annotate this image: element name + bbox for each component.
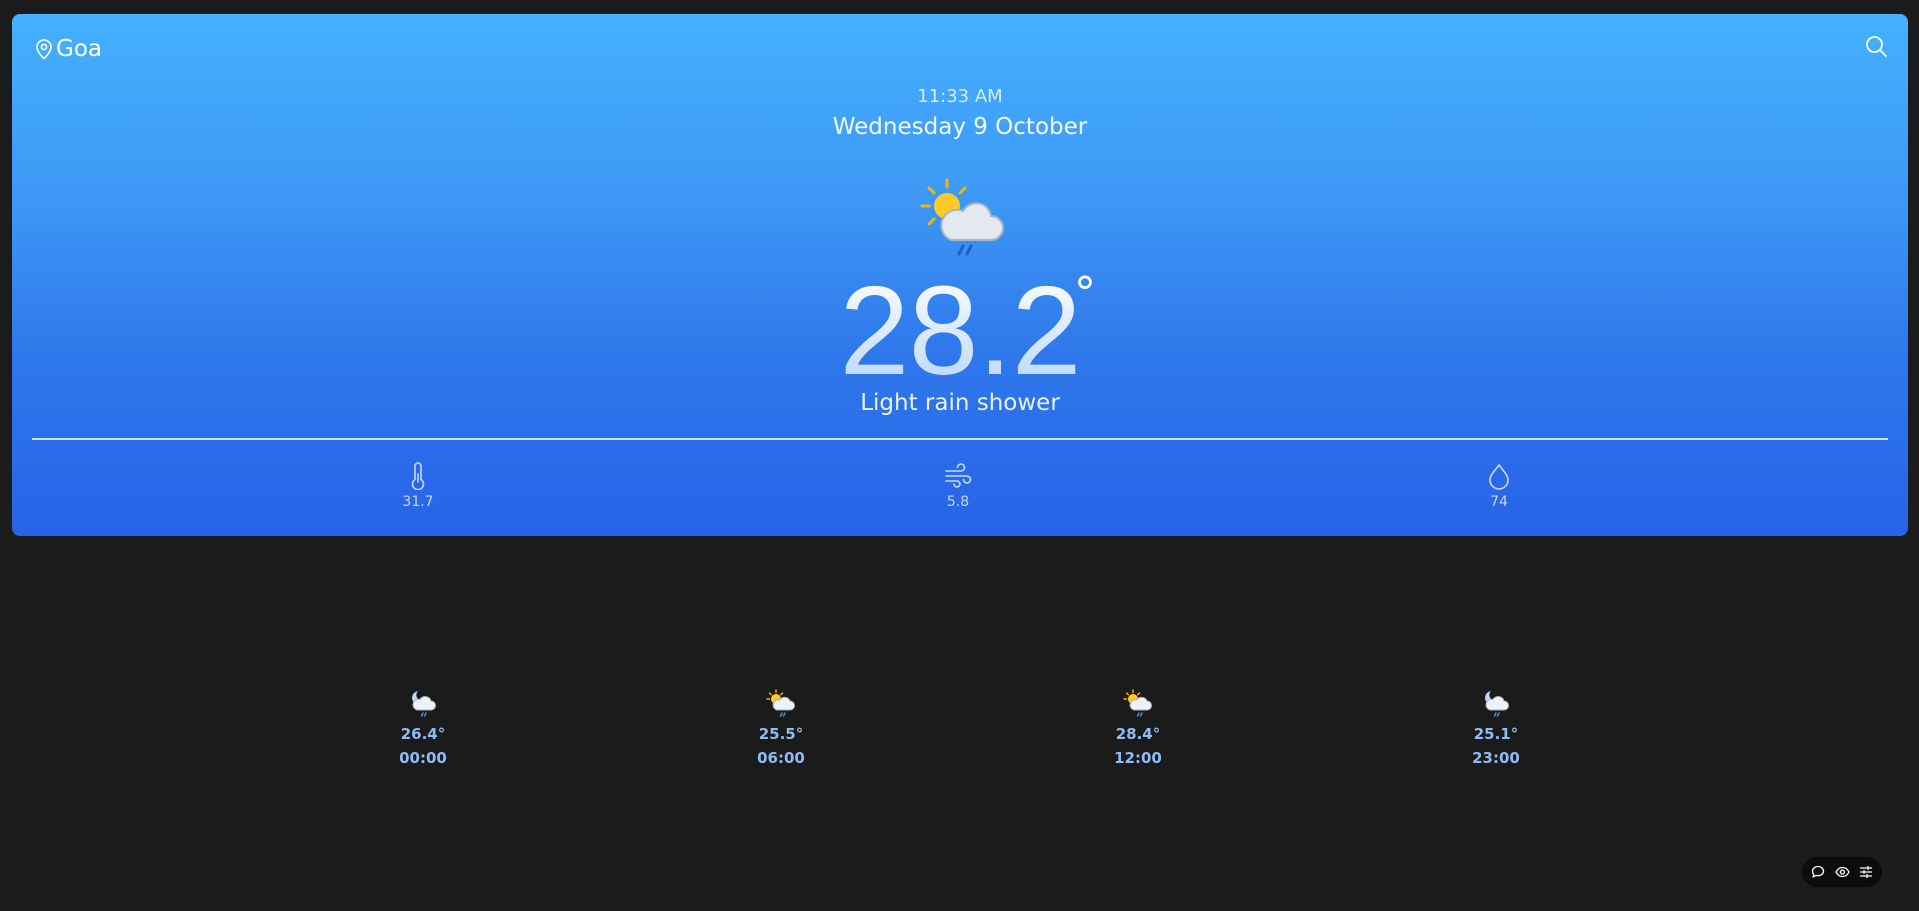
weather-condition: Light rain shower (860, 390, 1060, 416)
current-date: Wednesday 9 October (832, 114, 1088, 140)
forecast-temp: 25.1° (1473, 725, 1519, 743)
search-button[interactable] (1864, 34, 1890, 60)
partly-cloudy-rain-icon (917, 174, 1009, 266)
forecast-time: 12:00 (1114, 749, 1162, 767)
thermometer-icon (378, 462, 458, 490)
location-name: Goa (56, 36, 102, 62)
day-cloud-rain-icon (766, 689, 795, 717)
divider (32, 438, 1888, 440)
forecast-time: 23:00 (1472, 749, 1520, 767)
forecast-temp: 25.5° (758, 725, 804, 743)
wind-icon (918, 462, 998, 490)
night-cloud-rain-icon (1485, 691, 1509, 717)
forecast-item: 26.4° 00:00 (378, 688, 468, 770)
night-cloud-rain-icon (412, 691, 436, 717)
sliders-icon[interactable] (1857, 863, 1875, 881)
stat-value: 31.7 (402, 494, 434, 510)
forecast-temp: 28.4° (1115, 725, 1161, 743)
location-button[interactable]: Goa (34, 36, 102, 62)
stat-humidity: 74 (1459, 462, 1539, 510)
forecast-item: 25.5° 06:00 (736, 688, 826, 770)
forecast-item: 28.4° 12:00 (1093, 688, 1183, 770)
comment-icon[interactable] (1809, 863, 1827, 881)
forecast-item: 25.1° 23:00 (1451, 688, 1541, 770)
stat-value: 5.8 (946, 494, 970, 510)
stat-max-temperature: 31.7 (378, 462, 458, 510)
current-time: 11:33 AM (917, 86, 1003, 107)
floating-toolbar (1802, 857, 1882, 887)
eye-icon[interactable] (1833, 863, 1851, 881)
degree-symbol: ° (1074, 268, 1096, 319)
stat-value: 74 (1490, 494, 1508, 510)
forecast-time: 06:00 (757, 749, 805, 767)
weather-card: Goa 11:33 AM Wednesday 9 October 28.2 ° … (12, 14, 1908, 536)
current-temperature: 28.2 (12, 268, 1908, 394)
day-cloud-rain-icon (1123, 689, 1152, 717)
map-pin-icon (34, 38, 54, 60)
forecast-time: 00:00 (399, 749, 447, 767)
stat-wind-speed: 5.8 (918, 462, 998, 510)
droplet-icon (1459, 462, 1539, 490)
search-icon (1864, 36, 1888, 62)
forecast-temp: 26.4° (400, 725, 446, 743)
